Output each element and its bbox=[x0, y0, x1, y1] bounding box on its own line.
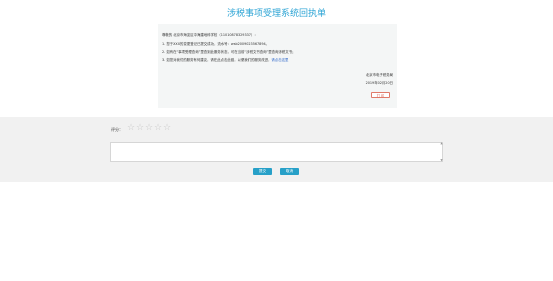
receipt-line-2: 2. 如有在“事项受理查询”里查到此服务状态，可在当前“涉税文书查询”里查询涉税… bbox=[162, 50, 296, 54]
star-icon[interactable]: ☆ bbox=[136, 124, 145, 133]
receipt-line-1: 1. 您于XXX的变更登记已提交成功，流水号：wsb2009023567894。 bbox=[162, 42, 270, 46]
star-icon[interactable]: ☆ bbox=[127, 124, 136, 133]
print-button[interactable]: 打 印 bbox=[371, 92, 390, 98]
rating-label: 评分： bbox=[111, 127, 123, 132]
feedback-link[interactable]: 请点击这里 bbox=[271, 58, 288, 62]
feedback-section: 评分： ☆ ☆ ☆ ☆ ☆ ▲ ▼ 提交 取消 bbox=[0, 117, 553, 182]
receipt-line-3-text: 3. 如您对我们的服务有何建议，请在此点击此链，以便我们的服务改进， bbox=[162, 58, 272, 62]
submit-button[interactable]: 提交 bbox=[253, 168, 272, 175]
cancel-button[interactable]: 取消 bbox=[280, 168, 299, 175]
triangle-down-icon[interactable]: ▼ bbox=[440, 159, 443, 162]
receipt-greeting: 尊敬的 北京市海淀区中海建地科学校（11010878329337）： bbox=[162, 33, 258, 37]
page-title: 涉税事项受理系统回执单 bbox=[226, 9, 326, 19]
receipt-panel: 尊敬的 北京市海淀区中海建地科学校（11010878329337）： 1. 您于… bbox=[158, 24, 397, 108]
triangle-up-icon[interactable]: ▲ bbox=[440, 142, 443, 145]
star-icon[interactable]: ☆ bbox=[163, 124, 172, 133]
receipt-date: 2019年02月20日 bbox=[365, 81, 393, 85]
star-icon[interactable]: ☆ bbox=[154, 124, 163, 133]
page: 涉税事项受理系统回执单 尊敬的 北京市海淀区中海建地科学校（1101087832… bbox=[0, 0, 553, 281]
comment-scrollbar[interactable]: ▲ ▼ bbox=[110, 142, 443, 162]
receipt-signer: 北京市电子税务局 bbox=[365, 73, 393, 77]
receipt-line-3: 3. 如您对我们的服务有何建议，请在此点击此链，以便我们的服务改进，请点击这里 bbox=[162, 57, 288, 62]
star-icon[interactable]: ☆ bbox=[145, 124, 154, 133]
